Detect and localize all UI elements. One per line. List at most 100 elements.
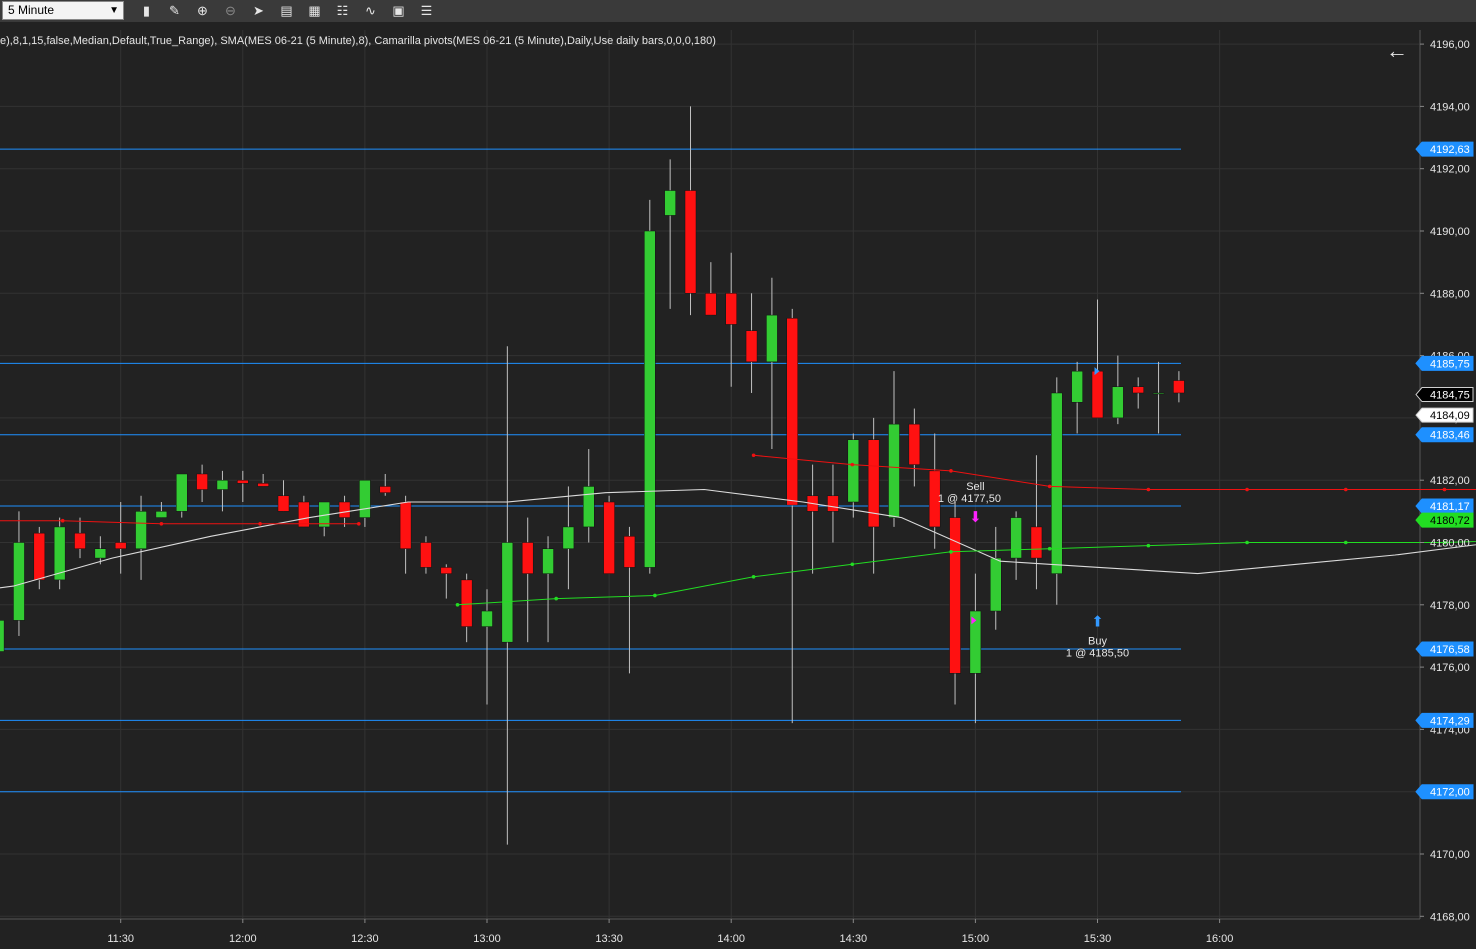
x-tick-label: 12:00 <box>229 933 257 945</box>
candle-body <box>562 526 575 549</box>
candle-body <box>399 501 412 549</box>
indicators-icon[interactable]: ∿ <box>362 2 379 19</box>
candle <box>644 199 656 574</box>
candle-body <box>1071 370 1083 403</box>
candle-body <box>196 473 208 490</box>
candle-body <box>216 479 229 490</box>
x-tick-label: 15:00 <box>962 933 990 945</box>
candle-body <box>766 314 778 363</box>
candle-body <box>277 495 290 512</box>
stop-price-tag: 4180,72 <box>1415 512 1474 528</box>
candle-body <box>1051 392 1063 574</box>
back-arrow-icon[interactable]: ← <box>1384 38 1410 64</box>
stop-green-dot <box>850 562 855 567</box>
x-tick-label: 14:00 <box>717 933 745 945</box>
x-tick-label: 13:30 <box>595 933 623 945</box>
pivot-price-tag-text: 4192,63 <box>1430 144 1470 156</box>
candle-body <box>888 423 900 518</box>
pointer-icon[interactable]: ➤ <box>250 2 267 19</box>
candle-body <box>338 501 351 518</box>
y-tick-label: 4190,00 <box>1430 226 1470 238</box>
buy-label: Buy <box>1088 636 1107 648</box>
candle <box>176 473 188 518</box>
y-tick-label: 4168,00 <box>1430 911 1470 923</box>
sell-price-label: 1 @ 4177,50 <box>938 493 1001 505</box>
chevron-down-icon[interactable]: ▼ <box>109 2 119 19</box>
candle-body <box>481 610 493 627</box>
chart-trader-icon[interactable]: ☰ <box>418 2 435 19</box>
candle-body <box>135 511 147 549</box>
zoom-out-icon[interactable]: ⊖ <box>222 2 239 19</box>
price-chart[interactable]: Sell1 @ 4177,50 ⬇ ⬆ Buy1 @ 4185,50 4196,00 41… <box>0 22 1476 949</box>
y-tick-label: 4192,00 <box>1430 164 1470 176</box>
pivot-price-tag-text: 4185,75 <box>1430 358 1470 370</box>
candle-body <box>298 501 310 528</box>
strategies-icon[interactable]: ▣ <box>390 2 407 19</box>
candle-body <box>664 190 676 216</box>
sma-price-tag: 4184,09 <box>1415 407 1474 423</box>
y-tick-label: 4182,00 <box>1430 475 1470 487</box>
candle-body <box>114 542 127 549</box>
sma-price-tag-text: 4184,09 <box>1430 410 1470 422</box>
stop-red-dot <box>850 462 855 467</box>
stop-green-dot <box>653 593 657 598</box>
pivot-price-tag: 4176,58 <box>1415 641 1474 657</box>
templates-icon[interactable]: ▦ <box>306 2 323 19</box>
y-tick-label: 4196,00 <box>1430 39 1470 51</box>
candle-body <box>155 511 168 518</box>
stop-red-dot <box>1047 484 1052 489</box>
candle-body <box>460 579 473 627</box>
candle-body <box>644 230 656 568</box>
sell-arrow-icon: ⬇ <box>969 508 982 526</box>
drawing-tools-icon[interactable]: ✎ <box>166 2 183 19</box>
stop-green-dot <box>554 596 558 601</box>
candle-body <box>603 501 615 574</box>
candle-body <box>1010 517 1022 559</box>
last-price-tag: 4184,75 <box>1415 387 1474 403</box>
x-tick-label: 16:00 <box>1206 933 1234 945</box>
stop-green-dot <box>751 574 756 579</box>
bar-type-icon[interactable]: ▮ <box>138 2 155 19</box>
stop-price-tag-text: 4180,72 <box>1430 515 1470 527</box>
stop-red-dot <box>751 453 756 458</box>
candle-body <box>257 483 269 487</box>
candle-body <box>542 548 554 574</box>
candle-body <box>74 532 86 549</box>
candle-body <box>13 542 25 621</box>
stop-red-dot <box>1245 487 1249 492</box>
x-tick-label: 12:30 <box>351 933 379 945</box>
candle-body <box>1173 380 1185 394</box>
zoom-in-icon[interactable]: ⊕ <box>194 2 211 19</box>
last-price-tag-text: 4184,75 <box>1430 390 1470 402</box>
y-tick-label: 4180,00 <box>1430 538 1470 550</box>
stop-red-dot <box>258 522 262 526</box>
properties-icon[interactable]: ▤ <box>278 2 295 19</box>
candle-body <box>847 439 860 503</box>
interval-value: 5 Minute <box>8 3 55 17</box>
candle-body <box>440 567 453 574</box>
stop-red-dot <box>60 518 65 523</box>
candle-body <box>725 293 737 325</box>
pivot-price-tag: 4174,29 <box>1415 712 1474 728</box>
stop-red-dot <box>949 469 953 473</box>
candle-body <box>1152 392 1165 395</box>
buy-arrow-icon: ⬆ <box>1091 613 1104 631</box>
x-tick-label: 11:30 <box>107 933 134 945</box>
stop-red-dot <box>159 522 164 526</box>
x-tick-label: 15:30 <box>1084 933 1112 945</box>
stop-red-dot <box>1442 487 1447 492</box>
pivot-price-tag: 4192,63 <box>1415 141 1474 157</box>
pivot-price-tag: 4181,17 <box>1415 498 1474 514</box>
y-tick-label: 4188,00 <box>1430 288 1470 300</box>
stop-red-dot <box>1343 487 1348 492</box>
candle-body <box>705 293 717 316</box>
candle-body <box>176 473 188 512</box>
data-box-icon[interactable]: ☷ <box>334 2 351 19</box>
stop-green-dot <box>1146 543 1151 548</box>
interval-selector[interactable]: 5 Minute ▼ <box>2 1 124 20</box>
candle-body <box>786 317 798 506</box>
candle-body <box>501 542 514 643</box>
pivot-price-tag-text: 4176,58 <box>1430 644 1470 656</box>
chart-toolbar: 5 Minute ▼ ▮ ✎ ⊕ ⊖ ➤ ▤ ▦ ☷ ∿ ▣ ☰ <box>0 0 1476 23</box>
candle-body <box>359 479 371 518</box>
